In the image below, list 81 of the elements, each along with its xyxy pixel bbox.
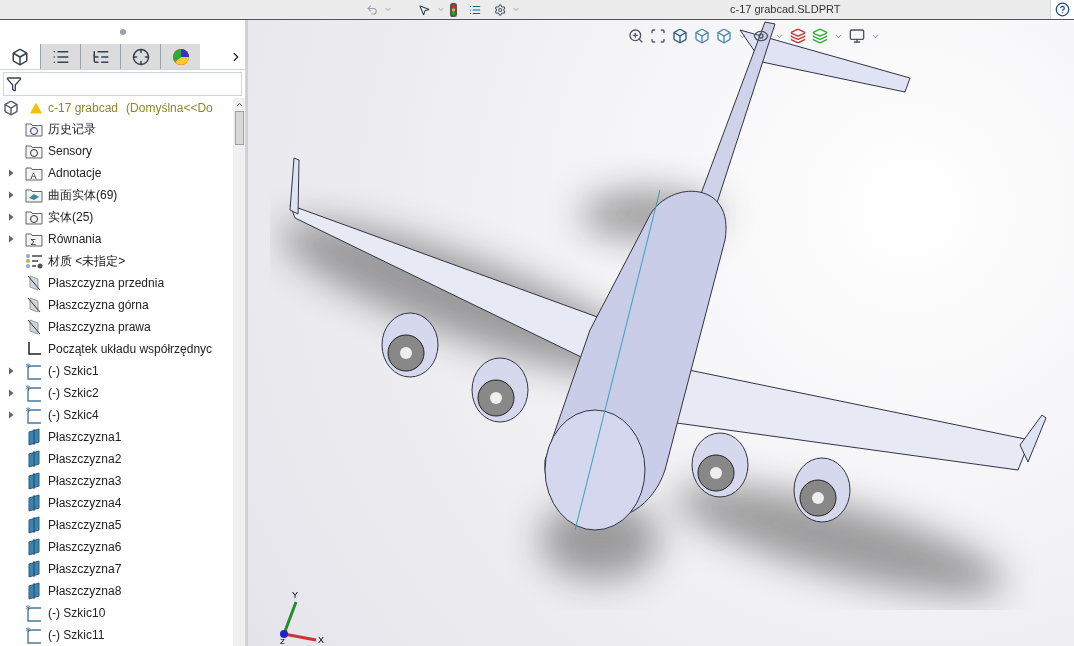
cube-icon[interactable] xyxy=(716,28,732,44)
surface-folder-icon xyxy=(25,187,43,203)
tree-item[interactable]: Płaszczyzna1 xyxy=(48,428,122,446)
plane-icon xyxy=(26,560,42,578)
zoom-area-icon[interactable] xyxy=(650,28,666,44)
plane-icon xyxy=(26,319,42,335)
sketch-icon xyxy=(25,406,43,424)
tree-item[interactable]: 实体(25) xyxy=(48,208,94,226)
tree-item[interactable]: (-) Szkic1 xyxy=(48,362,99,380)
tree-item[interactable]: Równania xyxy=(48,230,102,248)
tree-item[interactable]: Płaszczyzna górna xyxy=(48,296,149,314)
tree-item[interactable]: Płaszczyzna7 xyxy=(48,560,122,578)
sketch-icon xyxy=(25,362,43,380)
plane-icon xyxy=(26,450,42,468)
plane-icon xyxy=(26,494,42,512)
part-icon xyxy=(11,47,29,66)
sketch-icon xyxy=(25,626,43,644)
tree-item[interactable]: Płaszczyzna3 xyxy=(48,472,122,490)
color-wheel-icon xyxy=(171,47,190,66)
tree-item[interactable]: Adnotacje xyxy=(48,164,102,182)
history-folder-icon xyxy=(25,121,43,137)
plane-icon xyxy=(26,582,42,600)
plane-icon xyxy=(26,297,42,313)
traffic-light-icon[interactable] xyxy=(450,1,458,18)
plane-icon xyxy=(26,275,42,291)
solid-folder-icon xyxy=(25,209,43,225)
pointer-icon[interactable] xyxy=(418,2,431,17)
tree-item[interactable]: 历史记录 xyxy=(48,120,96,138)
crosshair-icon xyxy=(131,47,150,66)
monitor-icon[interactable] xyxy=(849,28,865,44)
part-name[interactable]: c-17 grabcad xyxy=(48,99,119,117)
eye-icon[interactable] xyxy=(753,28,769,44)
drag-handle-icon[interactable] xyxy=(119,29,126,35)
zoom-icon[interactable] xyxy=(628,28,644,44)
configuration-name: (Domyślna<<Do xyxy=(126,100,213,117)
settings-icon[interactable] xyxy=(493,2,507,17)
tree-item[interactable]: Płaszczyzna5 xyxy=(48,516,122,534)
tree-item[interactable]: Płaszczyzna8 xyxy=(48,582,122,600)
window-title: c-17 grabcad.SLDPRT xyxy=(730,2,841,18)
tree-item[interactable]: 材质 <未指定> xyxy=(48,252,126,270)
tree-item[interactable]: (-) Szkic11 xyxy=(48,626,105,644)
plane-icon xyxy=(26,538,42,556)
annotation-folder-icon: A xyxy=(25,165,43,181)
help-icon[interactable] xyxy=(1055,2,1070,17)
panel-tab[interactable] xyxy=(120,44,160,69)
tree-item[interactable]: Płaszczyzna2 xyxy=(48,450,122,468)
cube-icon[interactable] xyxy=(694,28,710,44)
panel-tab[interactable] xyxy=(40,44,80,69)
scroll-thumb[interactable] xyxy=(234,111,244,145)
tree-item[interactable]: (-) Szkic4 xyxy=(48,406,99,424)
tree-item[interactable]: Płaszczyzna6 xyxy=(48,538,122,556)
sketch-icon xyxy=(25,604,43,622)
sketch-icon xyxy=(25,384,43,402)
plane-icon xyxy=(26,428,42,446)
plane-icon xyxy=(26,516,42,534)
part-icon xyxy=(3,100,19,116)
tree-item[interactable]: (-) Szkic2 xyxy=(48,384,99,402)
filter-icon xyxy=(6,76,22,92)
filter-field[interactable] xyxy=(3,72,242,96)
scene-icon[interactable] xyxy=(812,28,828,44)
origin-axes-icon xyxy=(26,341,42,357)
tree-item[interactable]: Początek układu współrzędnyc xyxy=(48,340,213,358)
axis-label: Z xyxy=(280,637,285,644)
equation-folder-icon: Σ xyxy=(25,231,43,247)
tree-item[interactable]: (-) Szkic10 xyxy=(48,604,106,622)
plane-icon xyxy=(26,472,42,490)
panel-tab[interactable] xyxy=(80,44,120,69)
tree-item[interactable]: Sensory xyxy=(48,142,93,160)
cube-icon[interactable] xyxy=(672,28,688,44)
tree-item[interactable]: Płaszczyzna przednia xyxy=(48,274,165,292)
appearance-icon[interactable] xyxy=(790,28,806,44)
tree-item[interactable]: 曲面实体(69) xyxy=(48,186,118,204)
scroll-up-icon[interactable] xyxy=(234,100,244,109)
axis-label: X xyxy=(318,635,324,644)
material-icon xyxy=(25,253,43,269)
scrollbar[interactable] xyxy=(233,98,245,646)
tree-item[interactable]: Płaszczyzna4 xyxy=(48,494,122,512)
axis-label: Y xyxy=(292,590,298,600)
tree-item[interactable]: Płaszczyzna prawa xyxy=(48,318,151,336)
panel-tab[interactable] xyxy=(160,44,200,69)
sensor-folder-icon xyxy=(25,143,43,159)
